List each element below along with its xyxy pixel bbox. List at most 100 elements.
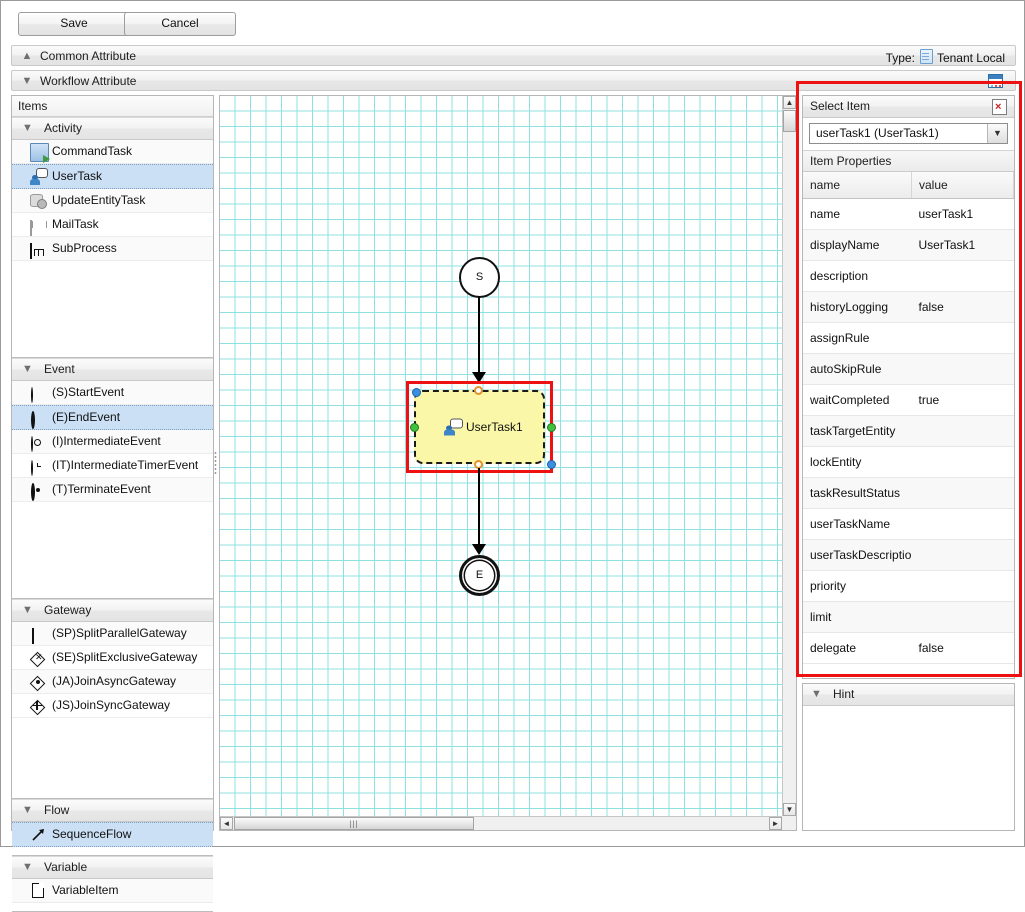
property-value[interactable] [911,353,1014,385]
connect-handle-top[interactable] [474,386,483,395]
property-value[interactable] [911,601,1014,633]
table-row[interactable]: name userTask1 [803,198,1014,230]
hint-header[interactable]: ▼ Hint [803,684,1014,706]
group-header-variable[interactable]: ▼ Variable [12,856,213,879]
item-jajoinasyncgateway[interactable]: (JA)JoinAsyncGateway [12,670,213,694]
item-label: (SE)SplitExclusiveGateway [52,650,198,664]
save-button[interactable]: Save [18,12,130,36]
workflow-canvas[interactable]: S UserTask1 E ▲ ▼ ◄ ||| ► [219,95,797,831]
item-tterminateevent[interactable]: (T)TerminateEvent [12,478,213,502]
table-row[interactable]: delegate false [803,632,1014,664]
property-value[interactable] [911,508,1014,540]
group-header-event[interactable]: ▼ Event [12,358,213,381]
chevron-down-icon: ▼ [22,604,33,616]
connect-handle-right[interactable] [547,423,556,432]
property-value[interactable] [911,570,1014,602]
cancel-button[interactable]: Cancel [124,12,236,36]
property-value[interactable] [911,260,1014,292]
chevron-down-icon: ▼ [22,122,33,134]
property-name: assignRule [803,322,912,354]
resize-handle-tl[interactable] [412,388,421,397]
common-attribute-header[interactable]: ▲ Common Attribute Type: Tenant Local [11,45,1016,66]
item-mailtask[interactable]: MailTask [12,213,213,237]
canvas-node-end[interactable]: E [459,555,500,596]
canvas-node-usertask1[interactable]: UserTask1 [414,390,545,464]
property-value[interactable]: true [911,384,1014,416]
canvas-horizontal-scrollbar[interactable]: ◄ ||| ► [220,816,782,830]
item-sstartevent[interactable]: (S)StartEvent [12,381,213,405]
table-row[interactable]: historyLogging false [803,291,1014,323]
vertical-scroll-thumb[interactable] [783,110,796,132]
group-header-activity[interactable]: ▼ Activity [12,117,213,140]
delete-item-icon[interactable] [992,99,1007,115]
scroll-right-arrow[interactable]: ► [769,817,782,830]
item-iintermediateevent[interactable]: (I)IntermediateEvent [12,430,213,454]
start-event-icon [30,384,47,403]
items-group-event: ▼ Event (S)StartEvent (E)EndEvent (I)Interme… [12,358,213,599]
workflow-editor-window: Save Cancel ▲ Common Attribute Type: Tena… [0,0,1025,912]
chevron-down-icon[interactable]: ▼ [987,124,1007,143]
table-row[interactable]: displayName UserTask1 [803,229,1014,261]
item-sequenceflow[interactable]: SequenceFlow [12,822,213,847]
property-value[interactable]: UserTask1 [911,229,1014,261]
item-itintermediatetimerevent[interactable]: (IT)IntermediateTimerEvent [12,454,213,478]
item-commandtask[interactable]: CommandTask [12,140,213,164]
table-row[interactable]: assignRule [803,322,1014,354]
item-label: (E)EndEvent [52,410,121,424]
workflow-attribute-header[interactable]: ▼ Workflow Attribute [11,70,1016,91]
table-row[interactable]: taskTargetEntity [803,415,1014,447]
horizontal-scroll-thumb[interactable]: ||| [234,817,474,830]
sequence-flow-1[interactable] [478,296,480,378]
group-spacer [12,261,213,357]
property-value[interactable] [911,415,1014,447]
scroll-down-arrow[interactable]: ▼ [783,803,796,816]
connect-handle-left[interactable] [410,423,419,432]
table-row[interactable]: userTaskName [803,508,1014,540]
group-header-gateway[interactable]: ▼ Gateway [12,599,213,622]
table-row[interactable]: description [803,260,1014,292]
type-label: Type: [885,51,915,65]
property-value[interactable] [911,322,1014,354]
item-properties-header: Item Properties [803,150,1014,172]
item-usertask[interactable]: UserTask [12,164,213,189]
property-value[interactable] [911,539,1014,571]
table-row[interactable]: waitCompleted true [803,384,1014,416]
item-updateentitytask[interactable]: UpdateEntityTask [12,189,213,213]
item-jsjoinsyncgateway[interactable]: (JS)JoinSyncGateway [12,694,213,718]
property-value[interactable] [911,477,1014,509]
property-value[interactable]: userTask1 [911,198,1014,230]
scroll-left-arrow[interactable]: ◄ [220,817,233,830]
table-row[interactable]: priority [803,570,1014,602]
item-eendevent[interactable]: (E)EndEvent [12,405,213,430]
item-subprocess[interactable]: SubProcess [12,237,213,261]
table-row[interactable]: lockEntity [803,446,1014,478]
scroll-up-arrow[interactable]: ▲ [783,96,796,109]
table-row[interactable]: taskResultStatus [803,477,1014,509]
canvas-vertical-scrollbar[interactable]: ▲ ▼ [782,96,796,816]
select-item-dropdown[interactable]: userTask1 (UserTask1) ▼ [809,123,1008,144]
table-row[interactable]: limit [803,601,1014,633]
canvas-node-start[interactable]: S [459,257,500,298]
column-header-value: value [911,172,1014,199]
property-name: name [803,198,912,230]
property-name: userTaskName [803,508,912,540]
grid-table-icon[interactable] [988,74,1003,88]
item-sesplitexclusivegateway[interactable]: ✕ (SE)SplitExclusiveGateway [12,646,213,670]
canvas-node-usertask1-label: UserTask1 [466,420,523,434]
property-name: taskTargetEntity [803,415,912,447]
group-spacer [12,718,213,798]
right-splitter[interactable] [796,95,801,831]
items-group-activity: ▼ Activity CommandTask UserTask UpdateEntity… [12,117,213,358]
group-header-flow[interactable]: ▼ Flow [12,799,213,822]
property-value[interactable]: false [911,632,1014,664]
command-task-icon [30,143,50,163]
sequence-flow-2[interactable] [478,468,480,550]
property-value[interactable]: false [911,291,1014,323]
table-row[interactable]: autoSkipRule [803,353,1014,385]
property-value[interactable] [911,446,1014,478]
item-variableitem[interactable]: VariableItem [12,879,213,903]
items-group-gateway: ▼ Gateway (SP)SplitParallelGateway ✕ (SE)Spl… [12,599,213,799]
resize-handle-br[interactable] [547,460,556,469]
table-row[interactable]: userTaskDescriptior [803,539,1014,571]
item-spsplitparallelgateway[interactable]: (SP)SplitParallelGateway [12,622,213,646]
